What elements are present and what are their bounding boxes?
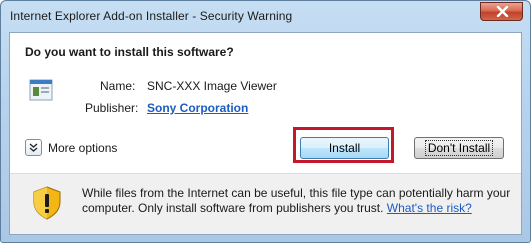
name-label: Name: [100, 79, 136, 93]
shield-warning-icon [33, 186, 61, 220]
dont-install-button[interactable]: Don't Install [414, 137, 504, 159]
security-warning-dialog: Internet Explorer Add-on Installer - Sec… [0, 0, 531, 243]
more-options-button[interactable] [25, 139, 42, 156]
chevron-down-icon [29, 143, 38, 152]
application-icon [29, 79, 53, 101]
dont-install-label: Don't Install [424, 140, 494, 156]
close-icon [496, 6, 509, 17]
window-title: Internet Explorer Add-on Installer - Sec… [10, 9, 293, 23]
warning-footer: While files from the Internet can be use… [10, 174, 521, 234]
software-name: SNC-XXX Image Viewer [147, 79, 277, 93]
publisher-label: Publisher: [85, 101, 139, 115]
close-button[interactable] [480, 2, 523, 21]
publisher-link[interactable]: Sony Corporation [147, 101, 248, 115]
warning-message: While files from the Internet can be use… [82, 186, 514, 216]
whats-the-risk-link[interactable]: What's the risk? [387, 201, 472, 215]
dialog-body: Do you want to install this software? Na… [9, 32, 522, 235]
title-bar[interactable]: Internet Explorer Add-on Installer - Sec… [1, 1, 530, 31]
install-button[interactable]: Install [300, 137, 389, 159]
install-question: Do you want to install this software? [25, 45, 234, 59]
more-options-label[interactable]: More options [48, 141, 117, 155]
